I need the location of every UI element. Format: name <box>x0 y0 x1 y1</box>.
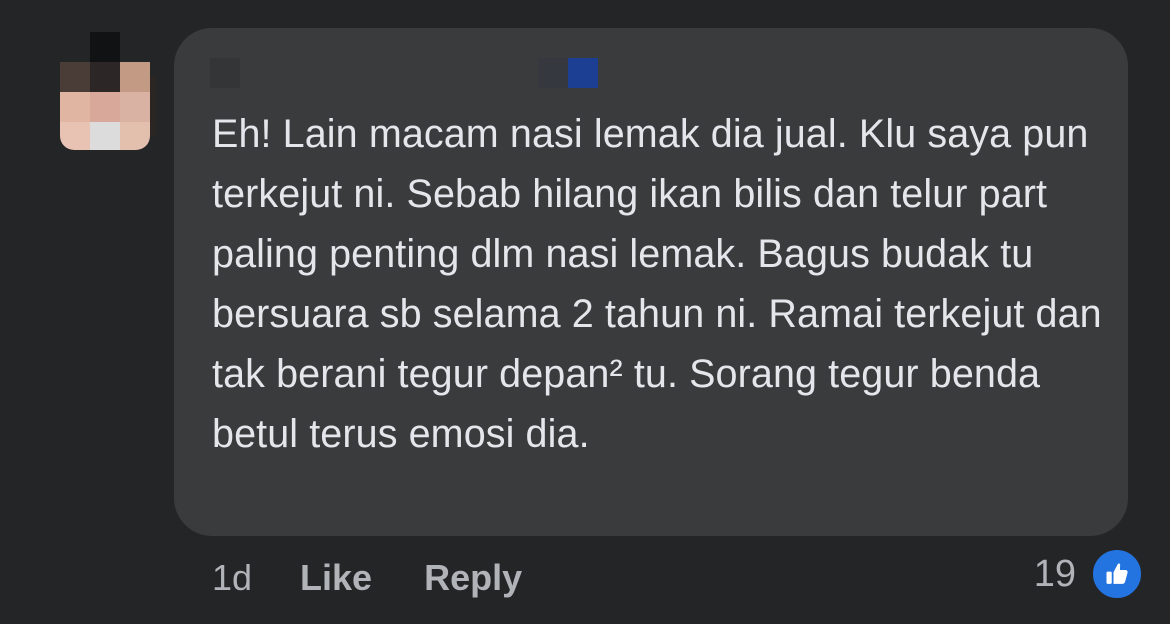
reply-button[interactable]: Reply <box>424 557 522 599</box>
like-button[interactable]: Like <box>300 557 372 599</box>
reaction-count: 19 <box>1033 552 1076 595</box>
comment-timestamp[interactable]: 1d <box>212 557 252 599</box>
comment-thread: Eh! Lain macam nasi lemak dia jual. Klu … <box>0 0 1170 624</box>
avatar[interactable] <box>60 32 156 152</box>
thumbs-up-icon <box>1090 547 1144 601</box>
comment-text: Eh! Lain macam nasi lemak dia jual. Klu … <box>212 112 1102 456</box>
comment-actions: 1d Like Reply <box>212 556 574 600</box>
comment-bubble: Eh! Lain macam nasi lemak dia jual. Klu … <box>174 28 1128 536</box>
reaction-summary[interactable]: 19 <box>1033 547 1144 601</box>
